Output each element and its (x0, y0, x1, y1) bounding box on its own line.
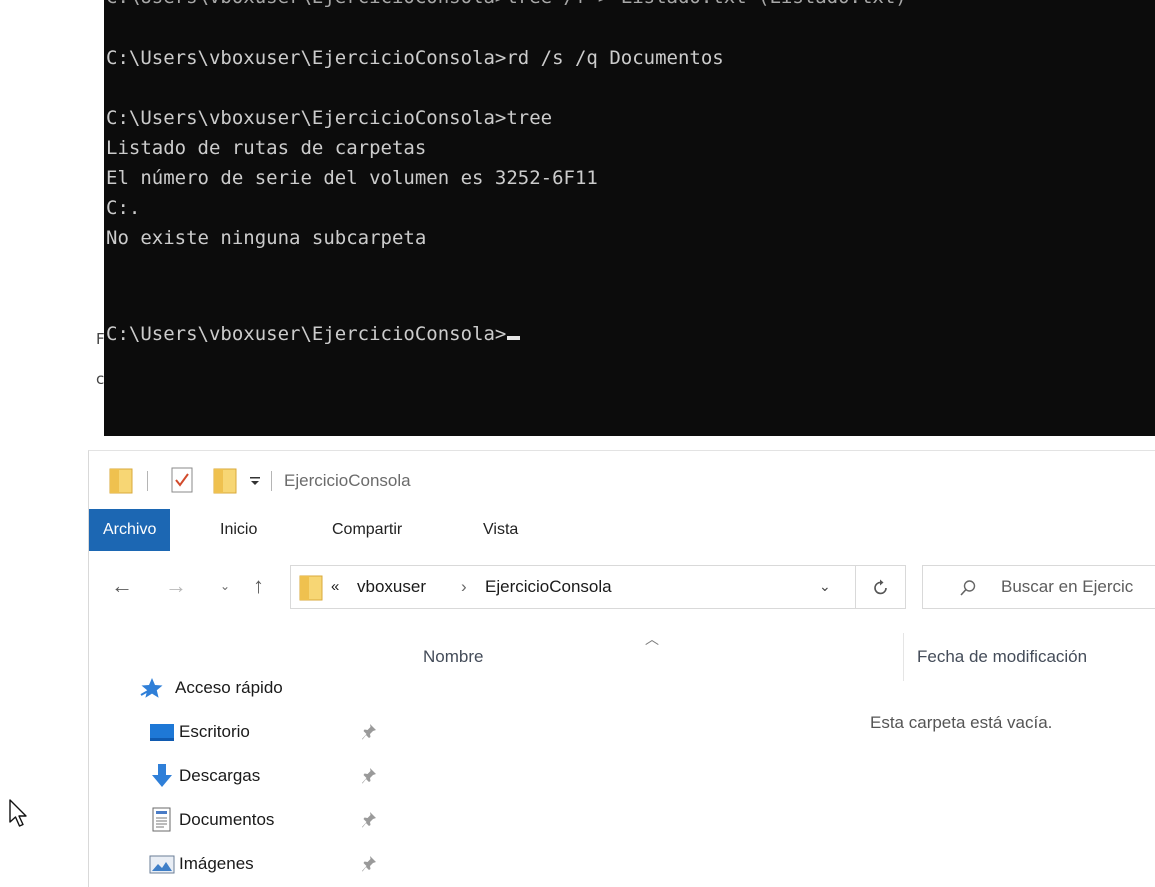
text-cursor (507, 336, 521, 340)
breadcrumb-vboxuser[interactable]: vboxuser (357, 577, 426, 597)
pin-icon[interactable] (361, 767, 377, 785)
tab-archivo[interactable]: Archivo (89, 509, 171, 551)
console-line: Listado de rutas de carpetas (106, 137, 427, 159)
window-title: EjercicioConsola (284, 471, 411, 490)
tab-vista[interactable]: Vista (483, 509, 518, 551)
sort-ascending-icon: ︿ (645, 631, 659, 647)
console-line: C:\Users\vboxuser\EjercicioConsola>rd /s… (106, 47, 724, 69)
console-cut-line: C:\Users\vboxuser\EjercicioConsola>tree … (106, 0, 907, 8)
downloads-icon (152, 764, 172, 787)
tab-compartir[interactable]: Compartir (332, 509, 402, 551)
properties-icon[interactable] (171, 467, 193, 493)
nav-label: Descargas (179, 766, 261, 785)
address-row: ← → ⌄ ↑ « vboxuser › EjercicioConsola ⌄ (89, 563, 1155, 615)
ribbon-tabs: Archivo Inicio Compartir Vista (89, 509, 1155, 551)
nav-label: Acceso rápido (175, 678, 283, 697)
customize-toolbar-chevron-icon[interactable] (249, 477, 261, 487)
search-icon (960, 580, 976, 596)
breadcrumb-overflow-icon[interactable]: « (331, 578, 339, 595)
quick-access-star-icon (140, 678, 163, 698)
back-arrow-icon[interactable]: ← (111, 573, 133, 599)
toolbar-separator (147, 471, 148, 491)
search-field[interactable]: Buscar en Ejercic (922, 565, 1155, 609)
column-header-fecha[interactable]: Fecha de modificación (917, 647, 1087, 667)
address-dropdown-chevron-icon[interactable]: ⌄ (819, 578, 831, 595)
pin-icon[interactable] (361, 723, 377, 741)
search-input[interactable]: Buscar en Ejercic (1001, 577, 1133, 597)
column-header-nombre[interactable]: Nombre (423, 647, 483, 667)
console-line: C:. (106, 197, 141, 219)
nav-label: Documentos (179, 810, 275, 829)
documents-icon (152, 807, 171, 832)
console-line: No existe ninguna subcarpeta (106, 227, 427, 249)
navigation-pane: Acceso rápido Escritorio Descargas Docum… (89, 671, 399, 887)
nav-label: Imágenes (179, 854, 254, 873)
pin-icon[interactable] (361, 855, 377, 873)
folder-icon (299, 575, 323, 601)
empty-folder-message: Esta carpeta está vacía. (870, 713, 1053, 732)
background-doc-letter: c (96, 370, 105, 388)
folder-icon[interactable] (109, 467, 133, 495)
address-bar[interactable]: « vboxuser › EjercicioConsola ⌄ (290, 565, 856, 609)
command-prompt-window[interactable]: C:\Users\vboxuser\EjercicioConsola>tree … (104, 0, 1155, 436)
column-divider[interactable] (903, 633, 904, 681)
up-arrow-icon[interactable]: ↑ (253, 573, 264, 599)
toolbar-separator (271, 471, 272, 491)
recent-locations-chevron-icon[interactable]: ⌄ (220, 579, 230, 593)
file-explorer-window[interactable]: EjercicioConsola Archivo Inicio Comparti… (88, 450, 1155, 887)
pin-icon[interactable] (361, 811, 377, 829)
tab-inicio[interactable]: Inicio (220, 509, 257, 551)
mouse-cursor-icon (9, 799, 27, 827)
breadcrumb-separator-icon[interactable]: › (461, 577, 467, 597)
refresh-button[interactable] (856, 565, 906, 609)
console-line: C:\Users\vboxuser\EjercicioConsola>tree (106, 107, 553, 129)
refresh-icon (874, 579, 887, 595)
forward-arrow-icon[interactable]: → (165, 573, 187, 599)
console-prompt: C:\Users\vboxuser\EjercicioConsola> (106, 323, 507, 345)
pictures-icon (149, 855, 175, 874)
new-folder-icon[interactable] (213, 467, 237, 495)
title-bar: EjercicioConsola (89, 451, 1155, 509)
console-line: El número de serie del volumen es 3252-6… (106, 167, 598, 189)
nav-label: Escritorio (179, 722, 250, 741)
breadcrumb-ejercicioconsola[interactable]: EjercicioConsola (485, 577, 612, 597)
desktop-icon (150, 724, 174, 741)
column-headers: ︿ Nombre Fecha de modificación (409, 621, 1155, 681)
console-prompt-line[interactable]: C:\Users\vboxuser\EjercicioConsola> (106, 322, 521, 346)
